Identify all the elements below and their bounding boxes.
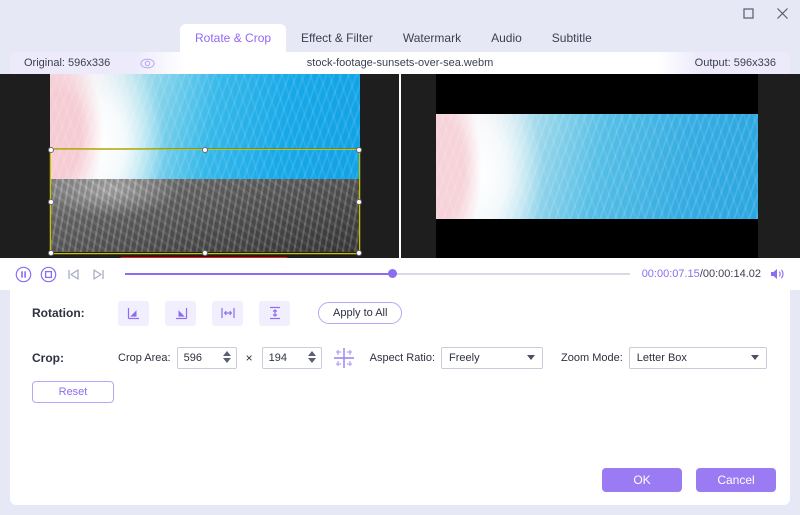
ok-label: OK (633, 473, 651, 487)
current-time-label: 00:00:07.15 (641, 268, 700, 280)
crop-row: Crop: Crop Area: × (10, 342, 790, 374)
playback-bar: 00:00:07.15/00:00:14.02 (0, 258, 800, 290)
stop-circle-icon[interactable] (39, 265, 57, 283)
playback-scrubber[interactable] (125, 267, 630, 281)
crop-width-input[interactable] (177, 348, 216, 368)
crop-area-label: Crop Area: (118, 352, 171, 364)
tab-subtitle[interactable]: Subtitle (537, 24, 607, 52)
flip-horizontal-icon[interactable] (212, 300, 243, 326)
tab-effect-filter-label: Effect & Filter (301, 31, 373, 45)
next-frame-icon[interactable] (89, 265, 107, 283)
tab-watermark[interactable]: Watermark (388, 24, 476, 52)
aspect-ratio-label: Aspect Ratio: (369, 352, 436, 364)
output-info: Output: 596x336 (658, 52, 790, 74)
scrubber-knob[interactable] (388, 269, 398, 278)
pause-circle-icon[interactable] (14, 265, 32, 283)
apply-to-all-button[interactable]: Apply to All (318, 302, 403, 324)
content-panel: Original: 596x336 stock-footage-sunsets-… (0, 52, 800, 505)
maximize-icon[interactable] (738, 3, 758, 23)
crop-handle-bottom-center[interactable] (202, 250, 208, 256)
original-info: Original: 596x336 (10, 52, 186, 74)
crop-width-arrows[interactable] (222, 351, 231, 363)
flip-vertical-icon[interactable] (259, 300, 290, 326)
crop-height-stepper[interactable] (261, 347, 322, 369)
output-resolution-label: Output: 596x336 (694, 57, 776, 69)
rotation-label: Rotation: (32, 306, 85, 320)
crop-height-arrows[interactable] (307, 351, 316, 363)
crop-height-input[interactable] (262, 348, 301, 368)
tab-audio-label: Audio (491, 31, 522, 45)
crop-handle-bottom-left[interactable] (48, 250, 54, 256)
preview-area: shutterstock (0, 74, 800, 258)
chevron-down-icon (527, 355, 536, 360)
close-icon[interactable] (772, 3, 792, 23)
eye-icon[interactable] (140, 58, 155, 69)
zoom-mode-value: Letter Box (636, 352, 687, 364)
original-resolution-label: Original: 596x336 (24, 57, 111, 69)
rotate-left-icon[interactable] (118, 300, 149, 326)
crop-handle-middle-left[interactable] (48, 198, 54, 205)
crop-handle-bottom-right[interactable] (356, 250, 362, 256)
controls-section: Rotation: Apply to All Crop: Crop Area: (10, 297, 790, 403)
source-preview[interactable]: shutterstock (0, 74, 399, 258)
tab-watermark-label: Watermark (402, 31, 462, 45)
crop-handle-top-center[interactable] (202, 147, 208, 153)
chevron-down-icon-2 (750, 355, 759, 360)
previous-frame-icon[interactable] (64, 265, 82, 283)
cancel-label: Cancel (717, 473, 755, 487)
tab-subtitle-label: Subtitle (551, 31, 592, 45)
title-bar (0, 0, 800, 26)
reset-label: Reset (58, 386, 88, 398)
ok-button[interactable]: OK (602, 468, 682, 492)
volume-icon[interactable] (769, 267, 786, 281)
reset-row: Reset (10, 381, 790, 403)
cancel-button[interactable]: Cancel (696, 468, 776, 492)
output-video-frame (436, 114, 758, 219)
preview-info-bar: Original: 596x336 stock-footage-sunsets-… (10, 52, 790, 74)
output-video-letterbox (436, 74, 758, 258)
crop-label: Crop: (32, 351, 64, 365)
rotate-crop-dialog: Rotate & Crop Effect & Filter Watermark … (0, 0, 800, 515)
total-time-label: 00:00:14.02 (702, 268, 761, 280)
apply-to-all-label: Apply to All (333, 307, 388, 319)
crop-selection-rect[interactable] (48, 147, 362, 256)
crop-handle-top-left[interactable] (48, 147, 54, 153)
dimension-separator: × (245, 351, 253, 365)
scrubber-progress (125, 273, 393, 275)
tab-rotate-crop[interactable]: Rotate & Crop (180, 24, 287, 52)
zoom-mode-select[interactable]: Letter Box (628, 347, 767, 369)
tab-audio[interactable]: Audio (476, 24, 537, 52)
crop-target-icon[interactable] (332, 346, 356, 370)
window-controls (738, 3, 792, 23)
crop-width-stepper[interactable] (176, 347, 237, 369)
crop-handle-top-right[interactable] (356, 147, 362, 153)
reset-button[interactable]: Reset (32, 381, 114, 403)
crop-handle-middle-right[interactable] (356, 198, 362, 205)
filename-label: stock-footage-sunsets-over-sea.webm (306, 57, 494, 69)
zoom-mode-label: Zoom Mode: (561, 352, 623, 364)
aspect-ratio-select[interactable]: Freely (441, 347, 544, 369)
tab-strip: Rotate & Crop Effect & Filter Watermark … (0, 24, 800, 52)
transport-controls (14, 265, 107, 283)
tab-effect-filter[interactable]: Effect & Filter (286, 24, 388, 52)
output-preview[interactable] (401, 74, 800, 258)
dialog-footer: OK Cancel (602, 468, 776, 492)
rotation-row: Rotation: Apply to All (10, 297, 790, 329)
timecode-display: 00:00:07.15/00:00:14.02 (642, 268, 761, 280)
aspect-ratio-value: Freely (449, 352, 480, 364)
rotate-right-icon[interactable] (165, 300, 196, 326)
tab-rotate-crop-label: Rotate & Crop (195, 31, 272, 45)
